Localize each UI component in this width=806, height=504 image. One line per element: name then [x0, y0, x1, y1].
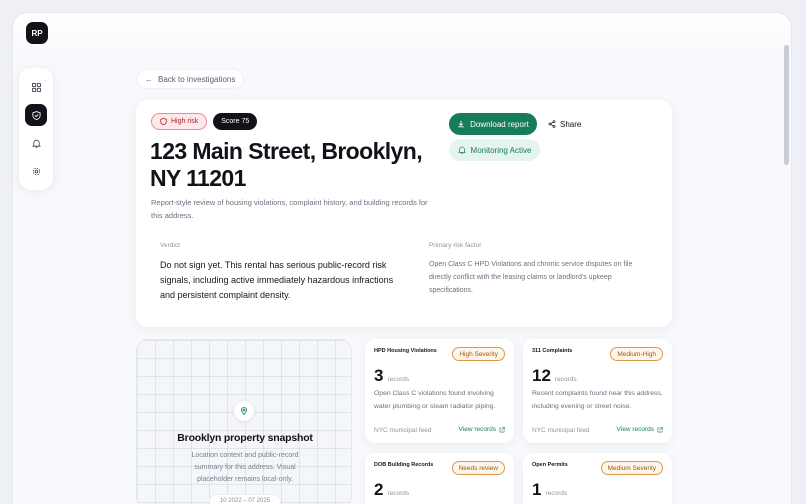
back-to-investigations-link[interactable]: ← Back to investigations	[136, 69, 245, 89]
download-report-button[interactable]: Download report	[449, 113, 537, 135]
record-count-unit: records	[554, 376, 577, 383]
record-card-open-permits[interactable]: Open Permits Medium Severity 1 records	[523, 453, 672, 504]
record-description: Open Class C violations found involving …	[374, 390, 496, 410]
record-count: 12 records	[532, 366, 577, 386]
record-count-value: 3	[374, 366, 384, 385]
shield-icon	[160, 118, 167, 125]
severity-badge: Medium Severity	[600, 461, 663, 475]
record-count-value: 2	[374, 480, 384, 499]
grid-icon	[31, 82, 41, 92]
sidebar-item-dashboard[interactable]	[25, 76, 47, 98]
arrow-left-icon: ←	[145, 74, 153, 84]
risk-badge: High risk	[151, 113, 208, 130]
external-link-icon	[657, 426, 663, 432]
risk-badge-label: High risk	[171, 118, 199, 125]
record-source: NYC municipal feed	[374, 427, 432, 434]
avatar[interactable]: RP	[26, 22, 48, 44]
download-icon	[458, 120, 464, 128]
record-count-unit: records	[387, 490, 410, 497]
record-card-title: 311 Complaints	[532, 348, 573, 354]
verdict-label: Verdict	[160, 242, 180, 249]
back-link-label: Back to investigations	[158, 74, 236, 84]
avatar-initials: RP	[31, 28, 43, 38]
sidebar-item-alerts[interactable]	[25, 132, 47, 154]
bell-icon	[31, 139, 41, 148]
primary-risk-text: Open Class C HPD Violations and chronic …	[429, 261, 633, 294]
monitoring-label: Monitoring Active	[470, 145, 532, 155]
sidebar-rail	[19, 68, 53, 190]
record-card-title: DOB Building Records	[374, 462, 434, 468]
page-title: 123 Main Street, Brooklyn, NY 11201	[150, 138, 423, 191]
record-card-title: Open Permits	[532, 462, 568, 468]
score-badge: Score 75	[213, 113, 258, 130]
window-header	[13, 13, 791, 57]
monitoring-toggle[interactable]: Monitoring Active	[449, 139, 540, 161]
view-records-label: View records	[616, 426, 654, 433]
record-card-title: HPD Housing Violations	[374, 348, 437, 354]
share-button[interactable]: Share	[548, 117, 581, 131]
badge-row: High risk Score 75	[151, 113, 258, 130]
severity-badge: Needs review	[451, 461, 505, 475]
record-count: 1 records	[532, 480, 567, 500]
record-count-unit: records	[545, 490, 568, 497]
sidebar-item-settings[interactable]	[25, 160, 47, 182]
primary-risk-label: Primary risk factor	[429, 242, 482, 249]
view-records-label: View records	[458, 426, 496, 433]
bell-icon	[457, 146, 466, 154]
sidebar-item-investigations[interactable]	[25, 104, 47, 126]
external-link-icon	[499, 426, 505, 432]
shield-check-icon	[31, 110, 41, 120]
record-count: 3 records	[374, 366, 409, 386]
severity-badge: Medium-High	[610, 347, 663, 361]
gear-icon	[32, 167, 40, 175]
record-card-dob-building[interactable]: DOB Building Records Needs review 2 reco…	[365, 453, 514, 504]
record-card-311-complaints[interactable]: 311 Complaints Medium-High 12 records Re…	[523, 339, 672, 443]
map-description: Location context and public-record summa…	[191, 452, 299, 483]
share-label: Share	[560, 119, 582, 129]
record-card-hpd-violations[interactable]: HPD Housing Violations High Severity 3 r…	[365, 339, 514, 443]
record-count-value: 12	[532, 366, 551, 385]
record-source: NYC municipal feed	[532, 427, 590, 434]
view-records-link[interactable]: View records	[617, 426, 663, 433]
map-date-chip: 10 2022 – 07 2025	[209, 494, 281, 504]
page-subtitle: Report-style review of housing violation…	[151, 198, 428, 220]
record-count-value: 1	[532, 480, 542, 499]
report-header-card: High risk Score 75 123 Main Street, Broo…	[136, 100, 672, 327]
map-pin-icon	[234, 401, 254, 421]
map-title: Brooklyn property snapshot	[177, 432, 313, 444]
property-map-snapshot: Brooklyn property snapshot Location cont…	[136, 339, 352, 504]
record-count: 2 records	[374, 480, 409, 500]
view-records-link[interactable]: View records	[459, 426, 505, 433]
severity-badge: High Severity	[452, 347, 505, 361]
record-description: Recent complaints found near this addres…	[532, 390, 663, 410]
verdict-text: Do not sign yet. This rental has serious…	[160, 260, 394, 300]
download-report-label: Download report	[470, 119, 529, 129]
share-icon	[548, 120, 556, 128]
record-count-unit: records	[387, 376, 410, 383]
scrollbar[interactable]	[784, 45, 789, 165]
